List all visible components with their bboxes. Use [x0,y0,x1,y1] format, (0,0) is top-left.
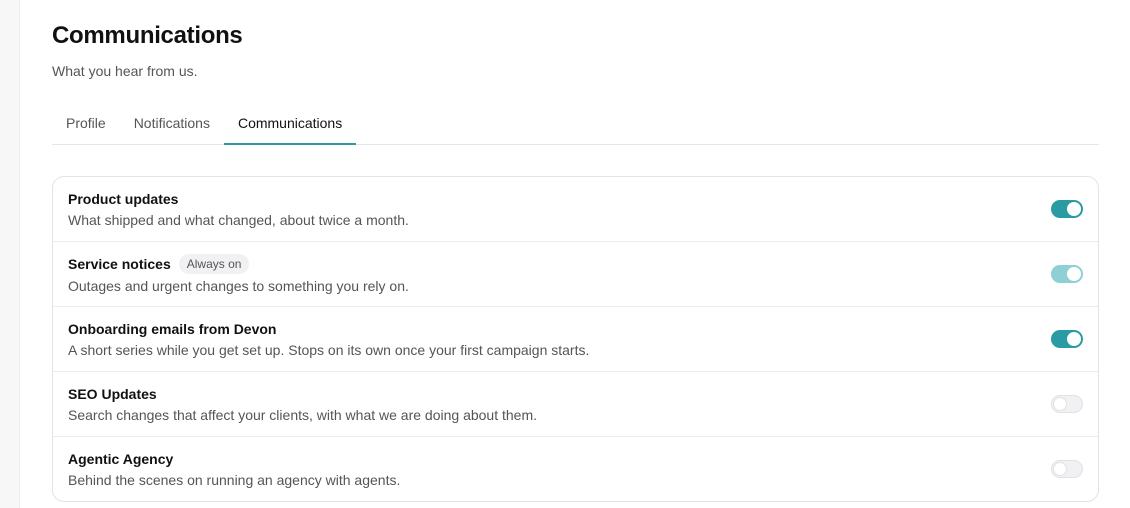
onboarding-emails-toggle[interactable] [1051,330,1083,348]
tab-notifications[interactable]: Notifications [120,107,224,138]
preference-description: Behind the scenes on running an agency w… [68,471,401,488]
page-subtitle: What you hear from us. [52,63,198,79]
preference-row-onboarding-emails: Onboarding emails from Devon A short ser… [53,306,1098,371]
preference-text: Agentic Agency Behind the scenes on runn… [68,450,400,489]
preference-description: What shipped and what changed, about twi… [68,211,409,228]
seo-updates-toggle[interactable] [1051,395,1083,413]
preference-title: Service notices [68,255,171,272]
settings-tabs: Profile Notifications Communications [52,107,1099,145]
tab-profile[interactable]: Profile [52,107,120,138]
product-updates-toggle[interactable] [1051,200,1083,218]
preference-title-line: Product updates [68,190,409,208]
toggle-knob [1053,397,1067,411]
preference-title: Product updates [68,190,179,207]
sidebar-rail [0,0,20,508]
preference-text: SEO Updates Search changes that affect y… [68,385,537,424]
preference-description: Search changes that affect your clients,… [68,406,538,423]
preference-row-product-updates: Product updates What shipped and what ch… [53,177,1098,241]
toggle-knob [1067,202,1081,216]
preference-description: Outages and urgent changes to something … [68,277,409,294]
settings-content: Communications What you hear from us. Pr… [52,0,1099,502]
service-notices-toggle [1051,265,1083,283]
preference-title-line: SEO Updates [68,385,537,403]
toggle-knob [1053,462,1067,476]
preference-row-service-notices: Service notices Always on Outages and ur… [53,241,1098,306]
preference-row-agentic-agency: Agentic Agency Behind the scenes on runn… [53,436,1098,501]
preference-text: Product updates What shipped and what ch… [68,190,409,229]
preference-row-seo-updates: SEO Updates Search changes that affect y… [53,371,1098,436]
preference-title: SEO Updates [68,385,157,402]
toggle-knob [1067,267,1081,281]
agentic-agency-toggle[interactable] [1051,460,1083,478]
preference-title-line: Agentic Agency [68,450,400,468]
always-on-badge: Always on [178,253,250,274]
communication-preferences-list: Product updates What shipped and what ch… [52,176,1099,502]
toggle-knob [1067,332,1081,346]
preference-title: Onboarding emails from Devon [68,320,277,337]
preference-description: A short series while you get set up. Sto… [68,341,590,358]
page-title: Communications [52,22,243,49]
preference-title: Agentic Agency [68,450,174,467]
preference-text: Onboarding emails from Devon A short ser… [68,320,589,359]
preference-text: Service notices Always on Outages and ur… [68,253,409,295]
preference-title-line: Service notices Always on [68,253,409,274]
tab-communications[interactable]: Communications [223,107,357,145]
preference-title-line: Onboarding emails from Devon [68,320,589,338]
